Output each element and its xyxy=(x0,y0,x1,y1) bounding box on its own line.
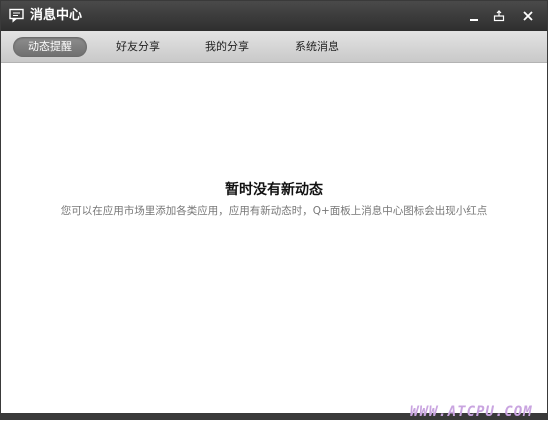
restore-icon xyxy=(493,10,505,22)
tab-system-messages[interactable]: 系统消息 xyxy=(283,37,351,57)
message-icon xyxy=(9,8,24,23)
minimize-button[interactable] xyxy=(463,6,485,26)
window-title: 消息中心 xyxy=(30,8,83,23)
message-center-window: 消息中心 动态提醒 好友分享 我的分享 系统消息 暂时没有新动态 您可以在应用市… xyxy=(0,0,548,420)
message-content-area: 暂时没有新动态 您可以在应用市场里添加各类应用，应用有新动态时，Q+面板上消息中… xyxy=(1,63,547,413)
minimize-icon xyxy=(470,19,478,21)
close-icon xyxy=(523,11,533,21)
close-button[interactable] xyxy=(517,6,539,26)
restore-button[interactable] xyxy=(488,6,510,26)
tab-bar: 动态提醒 好友分享 我的分享 系统消息 xyxy=(1,31,547,63)
empty-state-title: 暂时没有新动态 xyxy=(225,182,323,198)
tab-activity-reminders[interactable]: 动态提醒 xyxy=(13,37,87,57)
empty-state-description: 您可以在应用市场里添加各类应用，应用有新动态时，Q+面板上消息中心图标会出现小红… xyxy=(60,205,488,217)
site-watermark: WWW.ATCPU.COM xyxy=(410,404,533,420)
title-bar[interactable]: 消息中心 xyxy=(1,1,547,31)
tab-friend-shares[interactable]: 好友分享 xyxy=(104,37,172,57)
tab-my-shares[interactable]: 我的分享 xyxy=(193,37,261,57)
